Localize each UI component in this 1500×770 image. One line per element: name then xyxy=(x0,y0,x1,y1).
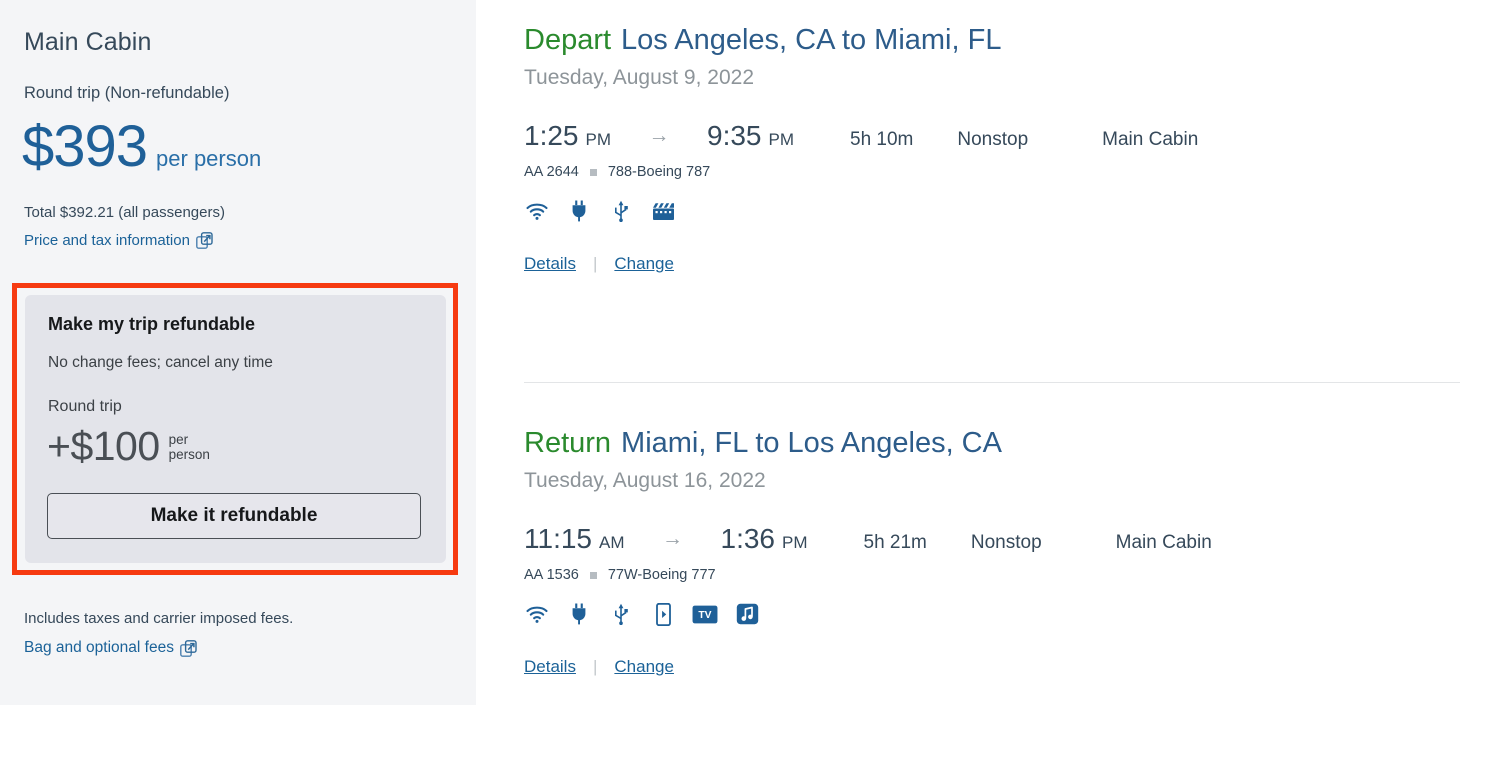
itinerary-leg-return: Return Miami, FL to Los Angeles, CA Tues… xyxy=(524,427,1464,677)
trip-type-label: Round trip (Non-refundable) xyxy=(24,84,230,102)
booking-review-page: Main Cabin Round trip (Non-refundable) $… xyxy=(0,0,1500,770)
flight-number: AA 1536 xyxy=(524,567,579,583)
price-block: $393 per person xyxy=(22,118,261,176)
music-icon xyxy=(734,601,760,627)
depart-time: 1:25 xyxy=(524,120,579,151)
movies-icon xyxy=(650,198,676,224)
power-outlet-icon xyxy=(566,601,592,627)
separator-square-icon xyxy=(589,168,597,176)
flight-meta-row: AA 2644 788-Boeing 787 xyxy=(524,164,1464,180)
flight-duration: 5h 21m xyxy=(863,532,927,553)
depart-meridiem: AM xyxy=(599,533,625,552)
aircraft-type: 77W-Boeing 777 xyxy=(607,567,716,583)
flight-details-link[interactable]: Details xyxy=(524,254,576,274)
leg-route-label: Miami, FL to Los Angeles, CA xyxy=(621,427,1002,459)
external-link-icon xyxy=(196,232,213,249)
price-and-tax-information-link[interactable]: Price and tax information xyxy=(24,232,213,249)
bag-and-optional-fees-link[interactable]: Bag and optional fees xyxy=(24,639,197,657)
bag-and-optional-fees-label: Bag and optional fees xyxy=(24,639,174,656)
separator-square-icon xyxy=(589,571,597,579)
arrow-right-icon: → xyxy=(662,527,683,550)
leg-route-label: Los Angeles, CA to Miami, FL xyxy=(621,24,1002,56)
external-link-icon xyxy=(180,639,197,657)
includes-taxes-note: Includes taxes and carrier imposed fees. xyxy=(24,610,294,627)
arrive-time: 9:35 xyxy=(707,120,762,151)
flight-times-row: 11:15 AM → 1:36 PM 5h 21m Nonstop Main C… xyxy=(524,523,1464,555)
wifi-icon xyxy=(524,198,550,224)
amenities-row xyxy=(524,198,1464,224)
usb-port-icon xyxy=(608,601,634,627)
itinerary-panel: Depart Los Angeles, CA to Miami, FL Tues… xyxy=(476,0,1500,770)
amenities-row: TV xyxy=(524,601,1464,627)
price-and-tax-information-label: Price and tax information xyxy=(24,232,190,249)
leg-heading: Depart Los Angeles, CA to Miami, FL xyxy=(524,24,1464,57)
leg-heading: Return Miami, FL to Los Angeles, CA xyxy=(524,427,1464,460)
svg-text:TV: TV xyxy=(698,610,711,621)
leg-section-divider xyxy=(524,382,1460,383)
flight-stops: Nonstop xyxy=(957,129,1029,150)
arrive-meridiem: PM xyxy=(782,533,808,552)
depart-meridiem: PM xyxy=(585,130,612,149)
flight-cabin: Main Cabin xyxy=(1115,532,1212,553)
price-amount: $393 xyxy=(22,114,148,179)
wifi-icon xyxy=(524,601,550,627)
flight-duration: 5h 10m xyxy=(850,129,914,150)
flight-number: AA 2644 xyxy=(524,164,579,180)
power-outlet-icon xyxy=(566,198,592,224)
links-divider: | xyxy=(592,254,598,273)
cabin-title: Main Cabin xyxy=(24,28,152,56)
fare-summary-sidebar: Main Cabin Round trip (Non-refundable) $… xyxy=(0,0,476,705)
arrow-right-icon: → xyxy=(648,124,670,147)
arrive-time: 1:36 xyxy=(720,523,776,554)
leg-links-row: Details | Change xyxy=(524,254,1464,274)
flight-details-link[interactable]: Details xyxy=(524,657,576,677)
usb-port-icon xyxy=(608,198,634,224)
flight-stops: Nonstop xyxy=(970,532,1042,553)
flight-change-link[interactable]: Change xyxy=(614,657,674,677)
flight-times-row: 1:25 PM → 9:35 PM 5h 10m Nonstop Main Ca… xyxy=(524,120,1464,152)
highlight-box xyxy=(12,283,458,575)
device-streaming-icon xyxy=(650,601,676,627)
leg-direction-label: Return xyxy=(524,427,612,459)
total-price-line: Total $392.21 (all passengers) xyxy=(24,204,225,221)
arrive-meridiem: PM xyxy=(768,130,795,149)
price-unit: per person xyxy=(156,146,262,171)
itinerary-leg-depart: Depart Los Angeles, CA to Miami, FL Tues… xyxy=(524,24,1464,274)
leg-links-row: Details | Change xyxy=(524,657,1464,677)
tv-icon: TV xyxy=(692,601,718,627)
leg-date: Tuesday, August 16, 2022 xyxy=(524,469,766,492)
aircraft-type: 788-Boeing 787 xyxy=(607,164,711,180)
depart-time: 11:15 xyxy=(524,523,592,554)
flight-meta-row: AA 1536 77W-Boeing 777 xyxy=(524,567,1464,583)
links-divider: | xyxy=(592,657,598,676)
flight-change-link[interactable]: Change xyxy=(614,254,674,274)
leg-date: Tuesday, August 9, 2022 xyxy=(524,66,754,89)
leg-direction-label: Depart xyxy=(524,24,612,56)
flight-cabin: Main Cabin xyxy=(1102,129,1199,150)
